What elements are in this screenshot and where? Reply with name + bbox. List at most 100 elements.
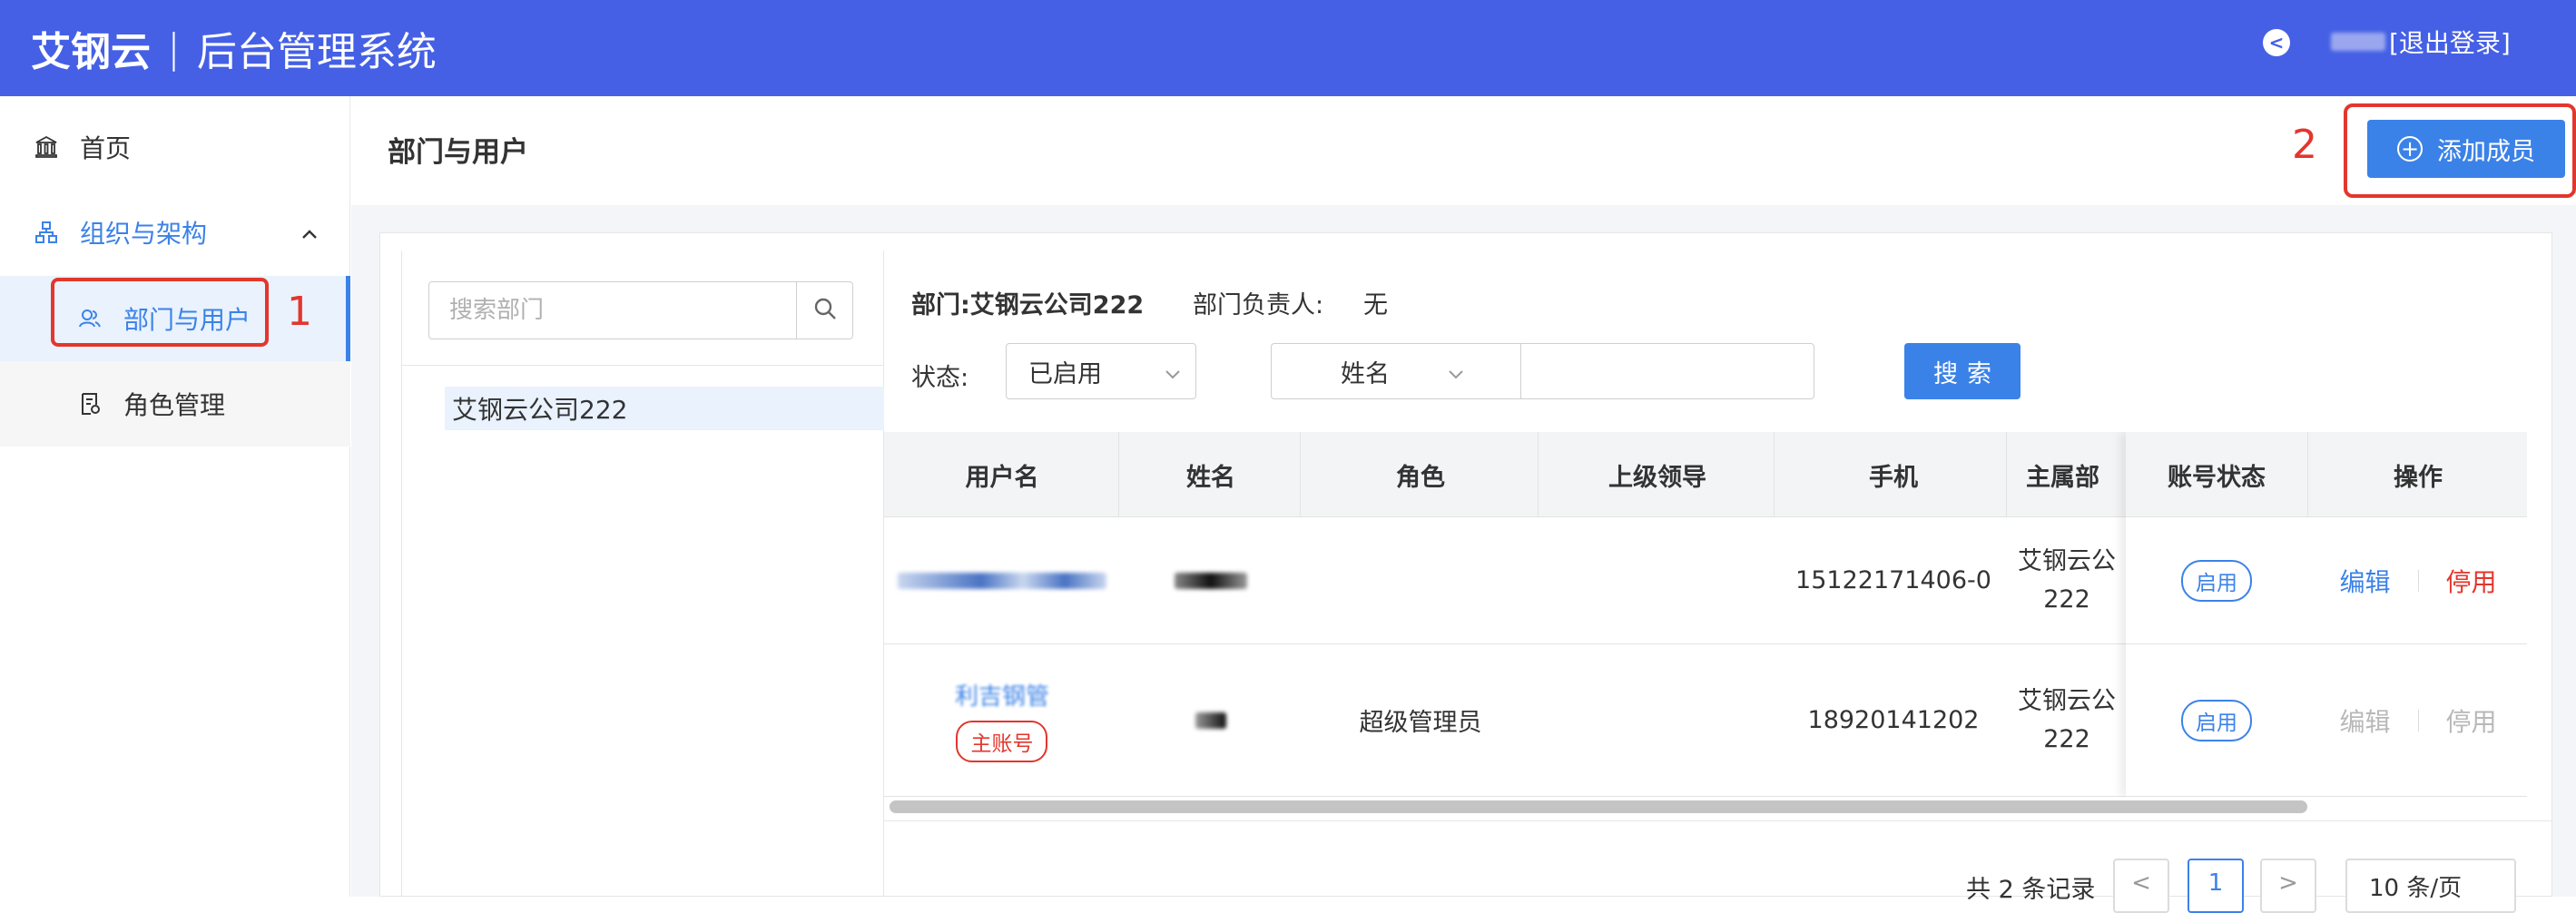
status-filter-label: 状态: bbox=[911, 364, 969, 392]
col-divider bbox=[2006, 432, 2007, 517]
name-cell bbox=[1120, 644, 1302, 796]
username-redacted bbox=[898, 572, 1106, 589]
fixed-header: 账号状态 操作 bbox=[2126, 432, 2527, 517]
dept-search-box bbox=[428, 281, 853, 339]
brand: 艾钢云 | 后台管理系统 bbox=[31, 0, 437, 96]
prev-page-button[interactable]: < bbox=[2113, 859, 2169, 913]
system-title: 后台管理系统 bbox=[196, 29, 437, 75]
role-cell: 超级管理员 bbox=[1359, 709, 1482, 737]
primary-account-badge: 主账号 bbox=[956, 721, 1048, 762]
status-select-value: 已启用 bbox=[1028, 359, 1102, 388]
col-username: 用户名 bbox=[965, 463, 1039, 492]
keyword-input[interactable] bbox=[1520, 343, 1814, 399]
col-divider bbox=[1300, 432, 1301, 517]
tree-node-company[interactable]: 艾钢云公司222 bbox=[445, 387, 884, 430]
annotation-box-1 bbox=[51, 278, 269, 347]
name-redacted bbox=[1195, 712, 1226, 729]
brand-logo-text: 艾钢云 bbox=[31, 29, 151, 75]
name-redacted bbox=[1175, 572, 1247, 589]
status-select[interactable]: 已启用 bbox=[1006, 343, 1196, 399]
table-row: 启用 编辑 停用 bbox=[2126, 644, 2527, 797]
brand-separator: | bbox=[167, 25, 181, 72]
main-dept-cell: 艾钢云公 222 bbox=[2008, 517, 2126, 643]
disable-link-disabled: 停用 bbox=[2445, 706, 2497, 737]
collapse-back-icon[interactable]: < bbox=[2263, 29, 2290, 56]
add-member-button[interactable]: + 添加成员 bbox=[2367, 120, 2565, 178]
username-group: 利吉钢管 主账号 bbox=[955, 678, 1049, 762]
page-1-button[interactable]: 1 bbox=[2188, 859, 2244, 913]
chevron-down-icon bbox=[1446, 362, 1466, 390]
edit-link-disabled: 编辑 bbox=[2339, 706, 2391, 737]
col-account-status: 账号状态 bbox=[2168, 463, 2266, 492]
actions-cell: 编辑 停用 bbox=[2309, 644, 2527, 796]
sidebar-item-label: 组织与架构 bbox=[80, 219, 208, 249]
plus-circle-icon: + bbox=[2397, 136, 2423, 162]
sidebar-item-home[interactable]: 首页 bbox=[0, 122, 350, 172]
username-cell bbox=[884, 517, 1120, 643]
role-doc-icon bbox=[76, 390, 103, 417]
col-divider bbox=[1538, 432, 1539, 517]
org-tree-icon bbox=[33, 219, 60, 246]
chevron-up-icon bbox=[300, 221, 320, 251]
page-size-value: 10 条/页 bbox=[2369, 875, 2463, 902]
username-redacted bbox=[2331, 33, 2385, 51]
search-icon bbox=[812, 296, 838, 325]
sidebar-item-roles[interactable]: 角色管理 bbox=[0, 361, 350, 447]
sidebar-item-label: 角色管理 bbox=[123, 390, 226, 420]
divider bbox=[401, 365, 884, 366]
sidebar-item-label: 首页 bbox=[80, 133, 132, 163]
dept-leader-label: 部门负责人: bbox=[1193, 291, 1324, 319]
actions-cell: 编辑 停用 bbox=[2309, 517, 2527, 643]
main-dept-line: 222 bbox=[2043, 584, 2090, 614]
main-dept-line: 艾钢云公 bbox=[2018, 546, 2116, 575]
col-divider bbox=[1774, 432, 1775, 517]
name-cell bbox=[1120, 517, 1302, 643]
bank-icon bbox=[33, 133, 60, 161]
col-supervisor: 上级领导 bbox=[1608, 463, 1706, 492]
chevron-down-icon bbox=[1163, 362, 1183, 390]
logout-link[interactable]: [退出登录] bbox=[2389, 24, 2511, 60]
sidebar-item-org[interactable]: 组织与架构 bbox=[0, 207, 350, 258]
username-cell: 利吉钢管 主账号 bbox=[884, 644, 1120, 796]
field-select-value: 姓名 bbox=[1341, 359, 1390, 388]
search-button[interactable] bbox=[796, 282, 852, 339]
table-row: 启用 编辑 停用 bbox=[2126, 517, 2527, 644]
page-size-select[interactable]: 10 条/页 bbox=[2345, 859, 2516, 913]
top-header: 艾钢云 | 后台管理系统 < [退出登录] bbox=[0, 0, 2576, 96]
main-dept-line: 222 bbox=[2043, 724, 2090, 753]
field-select[interactable]: 姓名 bbox=[1271, 343, 1521, 399]
total-records: 共 2 条记录 bbox=[1966, 876, 2096, 904]
dept-search-input[interactable] bbox=[429, 282, 796, 339]
page-title: 部门与用户 bbox=[388, 136, 528, 169]
annotation-number-1: 1 bbox=[287, 289, 312, 335]
dept-tree-panel bbox=[401, 250, 884, 897]
fixed-columns: 账号状态 操作 启用 编辑 停用 启用 编辑 停用 bbox=[2126, 432, 2527, 797]
next-page-button[interactable]: > bbox=[2260, 859, 2316, 913]
phone-cell: 18920141202 bbox=[1807, 706, 1980, 734]
status-cell: 启用 bbox=[2126, 644, 2307, 796]
supervisor-cell bbox=[1539, 644, 1775, 796]
col-divider bbox=[1118, 432, 1119, 517]
divider bbox=[884, 820, 2552, 821]
col-phone: 手机 bbox=[1869, 463, 1918, 492]
dept-name: 部门:艾钢云公司222 bbox=[911, 291, 1145, 319]
user-table: 用户名 姓名 角色 上级领导 手机 主属部 15122171406-0 艾钢云公… bbox=[884, 432, 2527, 797]
add-member-label: 添加成员 bbox=[2437, 137, 2535, 166]
divider bbox=[2417, 709, 2419, 731]
annotation-number-2: 2 bbox=[2292, 122, 2317, 168]
role-cell bbox=[1302, 517, 1539, 643]
horizontal-scrollbar[interactable] bbox=[890, 800, 2307, 813]
status-badge: 启用 bbox=[2181, 699, 2252, 741]
username-link[interactable]: 利吉钢管 bbox=[955, 678, 1049, 712]
col-role: 角色 bbox=[1396, 463, 1445, 492]
col-divider bbox=[2307, 432, 2308, 517]
status-cell: 启用 bbox=[2126, 517, 2307, 643]
disable-link[interactable]: 停用 bbox=[2446, 563, 2497, 599]
supervisor-cell bbox=[1539, 517, 1775, 643]
status-badge: 启用 bbox=[2181, 559, 2252, 602]
dept-leader-value: 无 bbox=[1363, 291, 1388, 319]
edit-link[interactable]: 编辑 bbox=[2339, 563, 2390, 599]
phone-cell: 15122171406-0 bbox=[1795, 566, 1991, 594]
search-submit-button[interactable]: 搜索 bbox=[1904, 343, 2020, 399]
user-area: [退出登录] bbox=[2331, 0, 2511, 83]
